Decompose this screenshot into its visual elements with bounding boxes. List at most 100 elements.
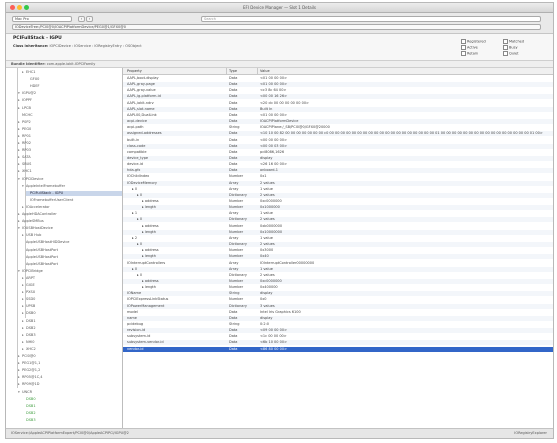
property-row[interactable]: ▸ 0 Dictionary 2 values	[123, 242, 553, 248]
tree-item[interactable]: MCHC	[18, 113, 122, 118]
path-field[interactable]: IODeviceTree:/PCI0@0/IOACPIPlatformDevic…	[12, 24, 541, 30]
tree-item[interactable]: AppleUSBHostHIDDevice	[22, 240, 122, 245]
property-row[interactable]: hda-gfx Data onboard-1	[123, 168, 553, 174]
forward-button[interactable]: ›	[86, 16, 93, 22]
property-row[interactable]: IOPCIExpressLinkStatus Number 0x0	[123, 297, 553, 302]
property-row[interactable]: ▸ length Number 0x10000000	[123, 229, 553, 235]
column-header-value[interactable]: Value	[260, 69, 270, 73]
tree-item[interactable]: ▸ AppleHDAController	[18, 212, 122, 217]
tree-item[interactable]: ▸ PXSX	[22, 290, 122, 295]
property-row[interactable]: ▸ 1 Array 1 value	[123, 211, 553, 216]
property-row[interactable]: acpi-path String IOACPIPlane:/_SB/PCI0@0/G…	[123, 125, 553, 130]
tree-item[interactable]: DSB2	[22, 411, 122, 416]
property-row[interactable]: ▸ address Number 0x3000	[123, 248, 553, 253]
properties-table[interactable]: Property Type Value AAPL,boot-display Dat…	[123, 68, 553, 430]
tree-item[interactable]: ▸ DSB0	[22, 311, 122, 316]
tree-item[interactable]: DSB0	[22, 397, 122, 402]
property-row[interactable]: ▸ address Number 0xc0000000	[123, 278, 553, 284]
property-row[interactable]: assigned-addresses Data <10 10 00 82 00 00…	[123, 131, 553, 137]
property-row[interactable]: model Data Intel Iris Graphics 6100	[123, 310, 553, 315]
tree-item[interactable]: ▸ USB Hub	[22, 233, 122, 238]
property-row[interactable]: vendor-id Data <86 80 00 00>	[123, 346, 553, 352]
tree-item[interactable]: ▾ IOUSBHostDevice	[18, 226, 122, 231]
tree-item[interactable]: IOFramebufferUserClient	[26, 198, 122, 203]
tree-item[interactable]: ▾ UNCR	[18, 390, 122, 395]
tree-item[interactable]: ▸ GIGE	[22, 283, 122, 288]
property-row[interactable]: pcidebug String 0:2:0	[123, 322, 553, 327]
tree-item[interactable]: ▾ IOPCIDevice	[18, 177, 122, 182]
registry-tree[interactable]: ▸ EHC1 GFX0 HDEF ▾ IGPU@2 ▸ IOPPF ▸ LPCB MCHC ▸ P0P2…	[6, 68, 123, 430]
property-row[interactable]: name Data display	[123, 315, 553, 321]
tree-item[interactable]: ▸ PEG2@1,2	[18, 368, 122, 373]
option-busy[interactable]: Busy	[503, 45, 518, 50]
tree-item[interactable]: ▸ NHI0	[22, 340, 122, 345]
tree-item[interactable]: ▸ UPSB	[22, 304, 122, 309]
property-row[interactable]: ▸ 0 Dictionary 2 values	[123, 273, 553, 278]
tree-item[interactable]: GFX0	[26, 77, 122, 82]
tree-item[interactable]: ▸ LPCB	[18, 106, 122, 111]
property-row[interactable]: AAPL,iokit-ndrv Data <20 cb 00 00 00 00 00…	[123, 101, 553, 106]
property-row[interactable]: AAPL,ig-platform-id Data <00 00 16 26>	[123, 94, 553, 100]
property-row[interactable]: IOInterruptControllers Array IOInterruptCo…	[123, 261, 553, 266]
tree-item[interactable]: ▸ RP01	[18, 134, 122, 139]
tree-item[interactable]: ▸ PEG0	[18, 127, 122, 132]
column-header-type[interactable]: Type	[229, 69, 237, 73]
option-active[interactable]: Active	[461, 45, 478, 50]
tree-item[interactable]: ▸ ARPT	[22, 276, 122, 281]
tree-item[interactable]: ▾ AppleIntelFramebuffer	[22, 184, 122, 189]
tree-item[interactable]: ▾ IOPCIBridge	[18, 269, 122, 274]
property-row[interactable]: ▸ 2 Array 1 value	[123, 236, 553, 241]
property-row[interactable]: compatible Data pci8086,1626	[123, 150, 553, 155]
tree-item[interactable]: ▸ PEG1@1,1	[18, 361, 122, 366]
property-row[interactable]: AAPL,boot-display Data <01 00 00 00>	[123, 76, 553, 81]
tree-item[interactable]: AppleUSBHostPort	[22, 262, 122, 267]
tree-item[interactable]: ▸ RP02	[18, 141, 122, 146]
property-row[interactable]: ▸ 0 Dictionary 2 values	[123, 192, 553, 198]
tree-item[interactable]: ▸ SBUS	[18, 162, 122, 167]
tree-item[interactable]: ▸ SATA	[18, 155, 122, 160]
property-row[interactable]: class-code Data <00 00 03 00>	[123, 143, 553, 149]
property-row[interactable]: ▸ 0 Dictionary 2 values	[123, 217, 553, 223]
property-row[interactable]: IOName String display	[123, 291, 553, 297]
tree-item[interactable]: ▸ EHC1	[22, 70, 122, 75]
property-row[interactable]: AAPL,gray-page Data <01 00 00 00>	[123, 82, 553, 88]
tree-item[interactable]: ▸ SSD0	[22, 297, 122, 302]
tree-item[interactable]: ▸ RP09@1D	[18, 382, 122, 387]
property-row[interactable]: IOChildIndex Number 0x1	[123, 174, 553, 179]
option-quiet[interactable]: Quiet	[503, 51, 518, 56]
tree-item[interactable]: ▸ AppleSMBus	[18, 219, 122, 224]
tree-item[interactable]: ▸ DSB3	[22, 333, 122, 338]
tree-item[interactable]: ▸ DSB1	[22, 319, 122, 324]
option-registered[interactable]: Registered	[461, 39, 486, 44]
property-row[interactable]: AAPL,slot-name Data Built In	[123, 106, 553, 112]
tree-item[interactable]: ▸ RP03	[18, 148, 122, 153]
property-row[interactable]: ▸ address Number 0xc0000000	[123, 199, 553, 204]
property-row[interactable]: ▸ length Number 0x40	[123, 254, 553, 260]
property-row[interactable]: built-in Data <00 00 00 00>	[123, 138, 553, 143]
property-row[interactable]: acpi-device Data IOACPIPlatformDevice	[123, 119, 553, 125]
property-row[interactable]: revision-id Data <09 00 00 00>	[123, 328, 553, 334]
property-row[interactable]: subsystem-id Data <1c 00 00 00>	[123, 334, 553, 339]
tree-item[interactable]: DSB1	[22, 404, 122, 409]
property-row[interactable]: ▸ length Number 0x1000000	[123, 205, 553, 211]
column-header-property[interactable]: Property	[127, 69, 142, 73]
tree-item[interactable]: ▸ DSB2	[22, 326, 122, 331]
property-row[interactable]: ▸ 0 Array 1 value	[123, 187, 553, 192]
tree-item[interactable]: PCIFullStack - IGPU	[26, 190, 122, 196]
option-matched[interactable]: Matched	[503, 39, 524, 44]
tree-item[interactable]: AppleUSBHostPort	[22, 248, 122, 253]
option-retain[interactable]: Retain	[461, 51, 478, 56]
property-row[interactable]: IOPowerManagement Dictionary 3 values	[123, 303, 553, 309]
property-row[interactable]: subsystem-vendor-id Data <6b 10 00 00>	[123, 340, 553, 346]
property-row[interactable]: ▸ 0 Array 1 value	[123, 266, 553, 272]
property-row[interactable]: IODeviceMemory Array 2 values	[123, 180, 553, 186]
tree-item[interactable]: ▸ P0P2	[18, 120, 122, 125]
tree-item[interactable]: ▾ IGPU@2	[18, 91, 122, 96]
plane-selector[interactable]: Mac Pro	[12, 16, 72, 22]
back-button[interactable]: ‹	[78, 16, 85, 22]
tree-item[interactable]: ▸ IOPPF	[18, 98, 122, 103]
tree-item[interactable]: ▸ PCI0@0	[18, 354, 122, 359]
tree-item[interactable]: ▸ RP05@1C,4	[18, 375, 122, 380]
tree-item[interactable]: HDEF	[26, 84, 122, 89]
property-row[interactable]: ▸ address Number 0xb0000000	[123, 224, 553, 229]
